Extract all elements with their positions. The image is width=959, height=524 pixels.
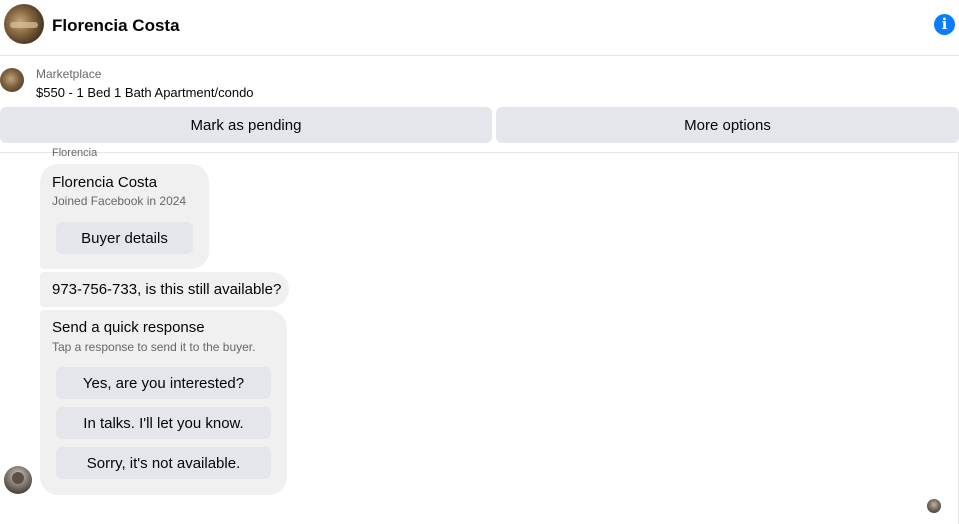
info-icon[interactable]: i xyxy=(934,14,955,35)
contact-avatar[interactable] xyxy=(4,4,44,44)
quick-response-not-available-button[interactable]: Sorry, it's not available. xyxy=(56,447,271,479)
marketplace-label: Marketplace xyxy=(36,67,102,81)
mark-as-pending-button[interactable]: Mark as pending xyxy=(0,107,492,143)
buyer-joined-text: Joined Facebook in 2024 xyxy=(52,194,187,208)
divider xyxy=(0,152,959,153)
message-text: 973-756-733, is this still available? xyxy=(52,281,282,298)
more-options-button[interactable]: More options xyxy=(496,107,959,143)
read-receipt-avatar xyxy=(927,499,941,513)
quick-response-subtitle: Tap a response to send it to the buyer. xyxy=(52,340,256,354)
message-bubble: 973-756-733, is this still available? xyxy=(40,272,289,307)
sender-avatar[interactable] xyxy=(4,466,32,494)
quick-response-interested-button[interactable]: Yes, are you interested? xyxy=(56,367,271,399)
quick-response-in-talks-button[interactable]: In talks. I'll let you know. xyxy=(56,407,271,439)
listing-thumbnail[interactable] xyxy=(0,68,24,92)
listing-title[interactable]: $550 - 1 Bed 1 Bath Apartment/condo xyxy=(36,85,254,100)
buyer-card: Florencia Costa Joined Facebook in 2024 … xyxy=(40,164,209,269)
chat-header: Florencia Costa i xyxy=(0,0,959,56)
buyer-name: Florencia Costa xyxy=(52,174,158,191)
sender-label: Florencia xyxy=(52,147,98,159)
contact-name[interactable]: Florencia Costa xyxy=(52,16,180,36)
quick-response-card: Send a quick response Tap a response to … xyxy=(40,310,287,495)
buyer-details-button[interactable]: Buyer details xyxy=(56,222,193,254)
quick-response-title: Send a quick response xyxy=(52,319,205,336)
